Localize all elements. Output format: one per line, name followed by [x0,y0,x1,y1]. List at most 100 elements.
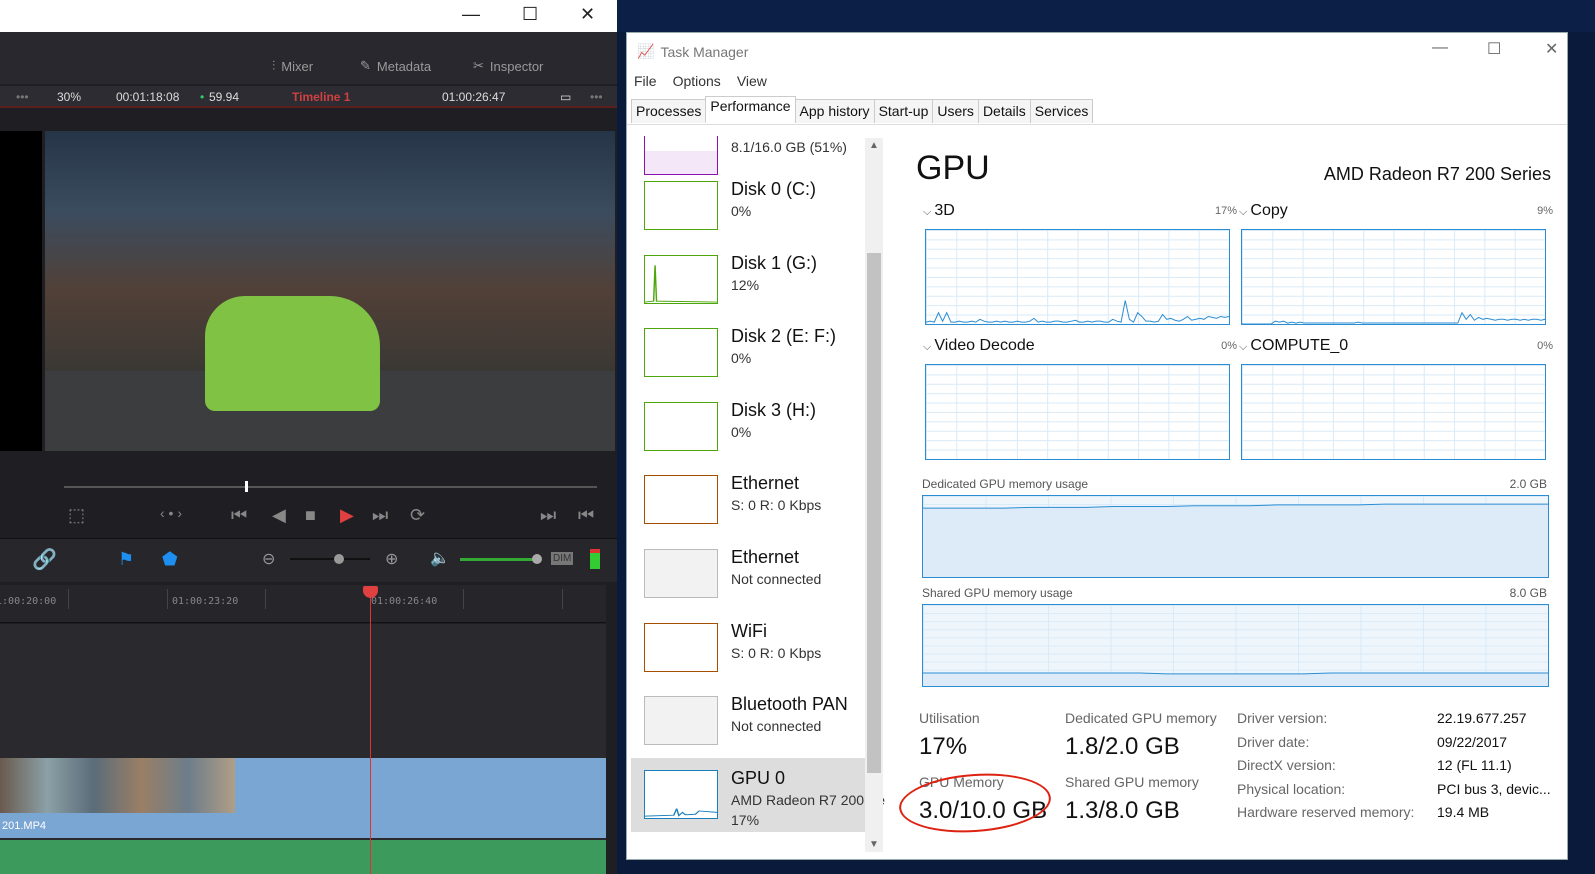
engine-graph [925,364,1230,460]
play-icon[interactable]: ▶ [340,505,354,526]
next-clip-icon[interactable]: ⏭ [540,505,556,526]
sidebar-item[interactable]: 8.1/16.0 GB (51%) [631,136,865,175]
shared-memory-value: 1.3/8.0 GB [1065,797,1180,824]
shared-memory-label: Shared GPU memory [1065,774,1199,790]
maximize-button[interactable]: ☐ [1487,39,1501,59]
audio-clip[interactable] [0,840,606,874]
zoom-slider[interactable] [290,554,370,564]
dedicated-max: 2.0 GB [1509,477,1547,491]
tab-users[interactable]: Users [932,99,979,123]
resource-thumbnail [644,254,718,304]
scrub-bar[interactable] [64,481,597,492]
volume-slider[interactable] [460,554,542,564]
sidebar-item[interactable]: Disk 3 (H:) 0% [631,390,865,464]
detail-key: Hardware reserved memory: [1237,804,1415,820]
inspector-button[interactable]: ✂ Inspector [473,58,543,74]
tab-performance[interactable]: Performance [705,96,796,123]
detail-value: 12 (FL 11.1) [1437,757,1512,773]
shared-label: Shared GPU memory usage [922,586,1073,600]
audio-meter [590,549,600,569]
desktop-background [617,0,1595,32]
resource-thumbnail [644,696,718,746]
metadata-button[interactable]: ✎ Metadata [360,58,431,74]
transform-icon[interactable]: ⬚ [68,505,85,526]
engine-selector[interactable]: ⌵ 3D [923,202,955,220]
memory-fill [923,504,1548,577]
go-to-end-icon[interactable]: ⏭ [372,505,388,526]
resource-value: AMD Radeon R7 200 Series [731,791,885,808]
timeline-selector[interactable]: Timeline 1 [292,90,350,104]
resource-name: GPU 0 [731,767,786,788]
close-button[interactable]: ✕ [1545,39,1558,59]
sidebar-item[interactable]: Disk 1 (G:) 12% [631,243,865,317]
more-icon[interactable]: ••• [16,90,29,104]
engine-percent: 17% [1214,205,1237,217]
engine-selector[interactable]: ⌵ COMPUTE_0 [1239,337,1348,355]
sidebar-item[interactable]: Disk 0 (C:) 0% [631,169,865,243]
inspector-label: Inspector [489,58,544,74]
resource-name: Ethernet [731,547,800,567]
tab-services[interactable]: Services [1029,99,1094,123]
link-icon[interactable]: 🔗 [32,547,57,572]
close-button[interactable]: ✕ [580,4,595,25]
resource-thumbnail [644,181,718,230]
detail-key: Driver date: [1237,733,1310,750]
dim-button[interactable]: DIM [551,552,574,565]
playhead[interactable] [363,586,378,874]
menu-view[interactable]: View [737,73,767,89]
sidebar-item[interactable]: WiFi S: 0 R: 0 Kbps [631,611,865,685]
gpu-model: AMD Radeon R7 200 Series [1323,164,1551,184]
menu-file[interactable]: File [634,73,657,89]
timeline-ruler[interactable]: 01:00:20:00 01:00:23:20 01:00:26:40 [0,585,606,623]
engine-label: 3D [934,202,955,219]
resource-value: S: 0 R: 0 Kbps [731,644,822,661]
marker-icon[interactable]: ⬟ [162,549,178,570]
go-to-start-icon[interactable]: ⏮ [231,505,247,526]
zoom-dropdown[interactable]: 30% [57,90,81,104]
mixer-icon: ⫶ [272,58,276,73]
resource-name: Bluetooth PAN [731,694,848,715]
tab-app-history[interactable]: App history [794,99,875,123]
tab-processes[interactable]: Processes [631,99,707,123]
minimize-button[interactable]: — [1432,39,1448,57]
shared-memory-graph [922,604,1549,687]
scrollbar-thumb[interactable] [867,253,881,773]
dedicated-memory-value: 1.8/2.0 GB [1065,733,1180,760]
mixer-button[interactable]: ⫶ Mixer [272,58,313,74]
sidebar-item[interactable]: Bluetooth PAN Not connected [631,684,865,758]
options-icon[interactable]: ••• [590,90,603,104]
sidebar-item[interactable]: Ethernet Not connected [631,537,865,611]
zoom-in-icon[interactable]: ⊕ [385,549,398,569]
tab-start-up[interactable]: Start-up [873,99,934,123]
taxi-image [205,296,380,411]
zoom-out-icon[interactable]: ⊖ [262,549,275,569]
menu-bar: File Options View [634,73,767,89]
maximize-button[interactable]: ☐ [522,4,538,25]
detail-key: Physical location: [1237,780,1346,797]
engine-selector[interactable]: ⌵ Copy [1239,202,1288,220]
sidebar-item[interactable]: Disk 2 (E: F:) 0% [631,316,865,390]
detail-key: Driver version: [1237,710,1328,726]
prev-clip-icon[interactable]: ⏮ [578,505,594,526]
minimize-button[interactable]: — [462,4,480,25]
resource-thumbnail [644,401,718,451]
resource-percent: 17% [731,811,760,828]
sidebar-item[interactable]: GPU 0 AMD Radeon R7 200 Series 17% [631,757,885,832]
engine-selector[interactable]: ⌵ Video Decode [923,337,1035,355]
ruler-label: 01:00:26:40 [371,596,438,607]
flag-icon[interactable]: ⚑ [118,549,134,570]
volume-icon[interactable]: 🔈 [430,548,450,568]
viewer-mode-icon[interactable]: ▭ [560,90,571,104]
stop-icon[interactable]: ■ [305,505,316,526]
menu-options[interactable]: Options [673,73,721,89]
loop-icon[interactable]: ⟳ [410,505,425,526]
match-frame-icon[interactable]: ‹ • › [160,505,182,521]
step-back-icon[interactable]: ◀ [272,505,286,526]
ruler-label: 01:00:20:00 [0,596,57,607]
dedicated-label: Dedicated GPU memory usage [922,477,1089,491]
detail-value: PCI bus 3, devic... [1437,780,1551,797]
sidebar-item[interactable]: Ethernet S: 0 R: 0 Kbps [631,463,865,537]
source-timecode: 00:01:18:08 [116,90,180,104]
resource-thumbnail [644,475,718,525]
tab-details[interactable]: Details [977,99,1031,123]
